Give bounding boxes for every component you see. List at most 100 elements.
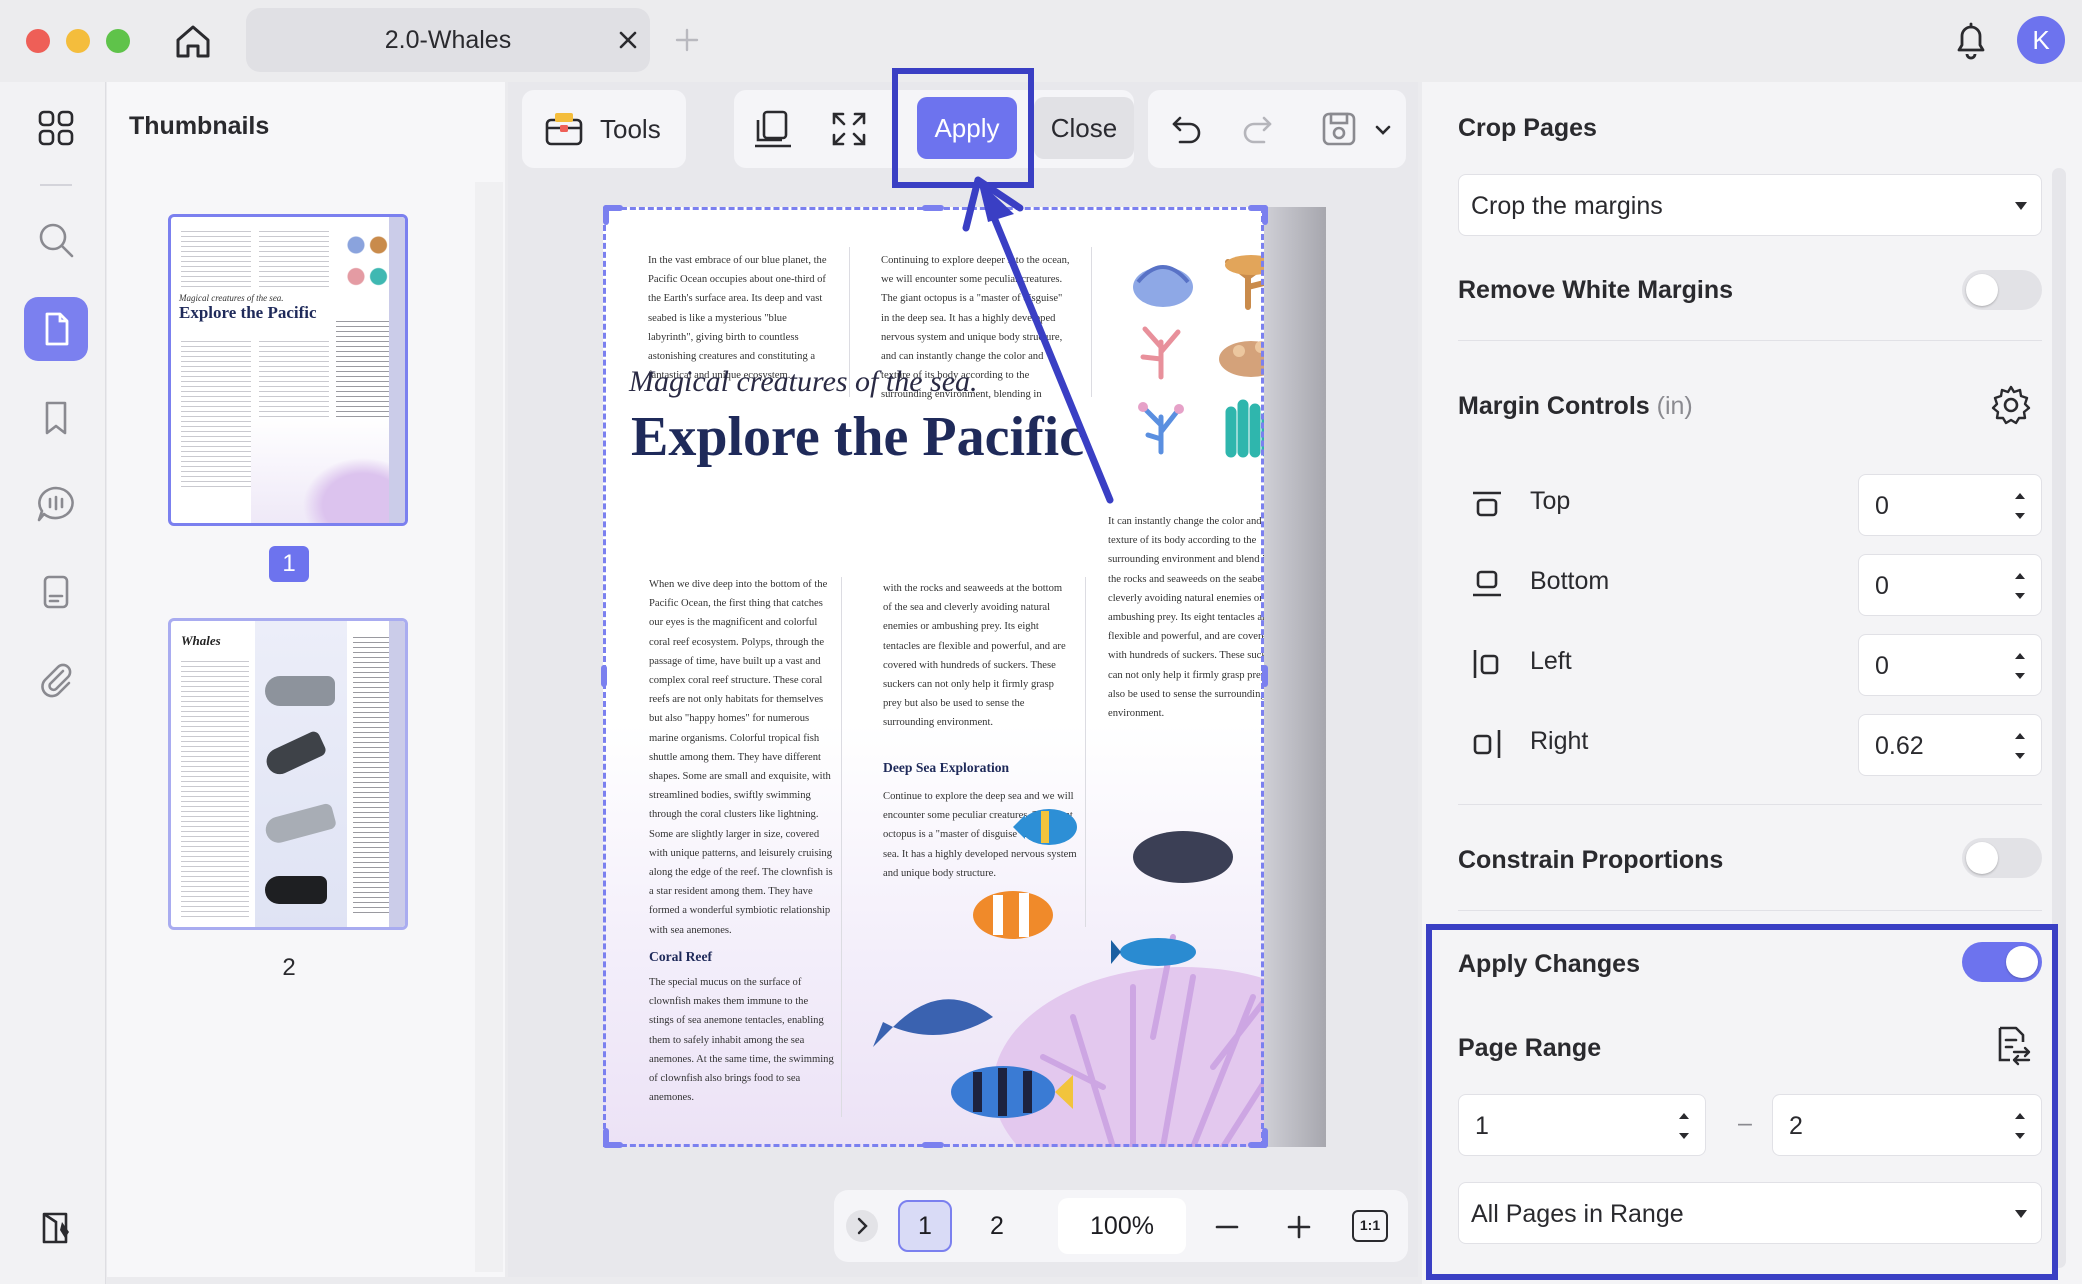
margin-bottom-icon — [1470, 567, 1504, 601]
tab-title: 2.0-Whales — [384, 26, 512, 54]
search-icon — [39, 223, 74, 258]
crop-handle-top-right-v[interactable] — [1262, 205, 1268, 225]
toolbox-icon — [544, 108, 584, 148]
thumb1-title: Explore the Pacific — [179, 303, 317, 322]
new-tab-icon[interactable] — [674, 27, 700, 53]
divider — [1458, 340, 2042, 341]
thumbnails-scrollbar[interactable] — [475, 182, 503, 1272]
crop-mode-select[interactable]: Crop the margins — [1458, 174, 2042, 236]
crop-handle-right[interactable] — [1262, 665, 1268, 687]
annotation-arrow — [960, 170, 1130, 510]
crop-handle-bottom-left-v[interactable] — [603, 1128, 609, 1148]
page-icon — [45, 312, 69, 346]
margin-controls-title: Margin Controls (in) — [1458, 392, 1693, 420]
margin-left-input[interactable]: 0 — [1858, 634, 2042, 696]
margin-right-stepper[interactable] — [2011, 729, 2029, 763]
thumb2-title: Whales — [181, 633, 221, 648]
comment-icon — [37, 486, 74, 522]
edit-toolbar — [1148, 90, 1406, 168]
zoom-in-icon[interactable] — [1286, 1214, 1312, 1240]
page-button-1[interactable]: 1 — [898, 1200, 952, 1252]
crop-pages-title: Crop Pages — [1458, 114, 1597, 142]
margin-right-input[interactable]: 0.62 — [1858, 714, 2042, 776]
paperclip-icon — [41, 663, 72, 698]
crop-handle-top[interactable] — [922, 205, 944, 211]
home-icon[interactable] — [170, 18, 216, 64]
save-icon[interactable] — [1320, 110, 1358, 148]
minimize-window-button[interactable] — [66, 29, 90, 53]
gear-icon[interactable] — [1990, 384, 2032, 426]
margin-top-label: Top — [1530, 487, 1571, 515]
avatar[interactable]: K — [2017, 16, 2065, 64]
margin-bottom-value: 0 — [1875, 572, 1889, 600]
constrain-proportions-toggle[interactable] — [1962, 838, 2042, 878]
margin-bottom-input[interactable]: 0 — [1858, 554, 2042, 616]
rail-attachment-button[interactable] — [24, 646, 88, 710]
tools-label: Tools — [600, 114, 661, 144]
crop-frame[interactable] — [603, 207, 1264, 1147]
left-rail — [0, 82, 106, 1284]
rail-search-button[interactable] — [24, 208, 88, 272]
next-page-chevron-icon[interactable] — [846, 1210, 878, 1242]
zoom-out-icon[interactable] — [1214, 1214, 1240, 1240]
remove-white-margins-toggle[interactable] — [1962, 270, 2042, 310]
grid-icon — [38, 110, 74, 146]
page-button-2[interactable]: 2 — [970, 1200, 1024, 1252]
thumb1-subtitle: Magical creatures of the sea. — [179, 293, 284, 303]
divider — [1458, 804, 2042, 805]
margin-right-value: 0.62 — [1875, 732, 1924, 760]
margin-unit: (in) — [1656, 392, 1693, 420]
close-window-button[interactable] — [26, 29, 50, 53]
margin-top-input[interactable]: 0 — [1858, 474, 2042, 536]
crop-mode-value: Crop the margins — [1471, 192, 1663, 220]
remove-white-margins-label: Remove White Margins — [1458, 276, 1734, 304]
crop-handle-left[interactable] — [601, 665, 607, 687]
margin-right-label: Right — [1530, 727, 1589, 755]
bookmark-icon — [45, 401, 67, 435]
pen-book-icon — [42, 1212, 69, 1244]
rail-bookmark-button[interactable] — [24, 386, 88, 450]
document-tab[interactable]: 2.0-Whales — [246, 8, 650, 72]
bell-icon[interactable] — [1950, 18, 1992, 62]
document-icon — [43, 575, 69, 609]
actual-size-icon[interactable]: 1:1 — [1352, 1210, 1388, 1242]
undo-icon[interactable] — [1170, 112, 1204, 146]
constrain-proportions-label: Constrain Proportions — [1458, 846, 1724, 874]
close-tab-icon[interactable] — [616, 28, 640, 52]
apply-changes-highlight-box — [1426, 924, 2058, 1280]
crop-handle-top-left-v[interactable] — [603, 205, 609, 225]
save-options-chevron-icon[interactable] — [1375, 124, 1391, 136]
page-thumbnail-1[interactable]: Magical creatures of the sea. Explore th… — [168, 214, 408, 526]
rail-comment-button[interactable] — [24, 472, 88, 536]
thumb-page-number-2: 2 — [282, 954, 296, 981]
margin-left-value: 0 — [1875, 652, 1889, 680]
margin-left-stepper[interactable] — [2011, 649, 2029, 683]
close-button[interactable]: Close — [1034, 97, 1134, 159]
margin-top-value: 0 — [1875, 492, 1889, 520]
margin-bottom-stepper[interactable] — [2011, 569, 2029, 603]
zoom-window-button[interactable] — [106, 29, 130, 53]
margin-right-icon — [1470, 727, 1504, 761]
crop-handle-bottom[interactable] — [922, 1142, 944, 1148]
tools-button[interactable]: Tools — [522, 90, 686, 168]
margin-left-icon — [1470, 647, 1504, 681]
margin-top-stepper[interactable] — [2011, 489, 2029, 523]
page-thumbnail-2[interactable]: Whales — [168, 618, 408, 930]
rail-sign-button[interactable] — [24, 1196, 88, 1260]
thumbnails-title: Thumbnails — [129, 112, 270, 140]
margin-left-label: Left — [1530, 647, 1572, 675]
crop-handle-bottom-right-v[interactable] — [1262, 1128, 1268, 1148]
rail-divider — [40, 184, 72, 186]
rail-pages-button[interactable] — [24, 297, 88, 361]
redo-icon[interactable] — [1240, 112, 1274, 146]
thumb-page-number-1: 1 — [269, 546, 309, 582]
rail-organize-button[interactable] — [24, 96, 88, 160]
rail-attachment-doc-button[interactable] — [24, 560, 88, 624]
expand-icon[interactable] — [830, 110, 868, 148]
zoom-level[interactable]: 100% — [1058, 1198, 1186, 1254]
title-bar: 2.0-Whales K — [0, 0, 2082, 82]
crop-page-icon[interactable] — [752, 108, 794, 150]
divider — [1458, 910, 2042, 911]
page-navigator: 1 2 100% 1:1 — [834, 1190, 1408, 1262]
dropdown-caret-icon — [2015, 202, 2027, 210]
